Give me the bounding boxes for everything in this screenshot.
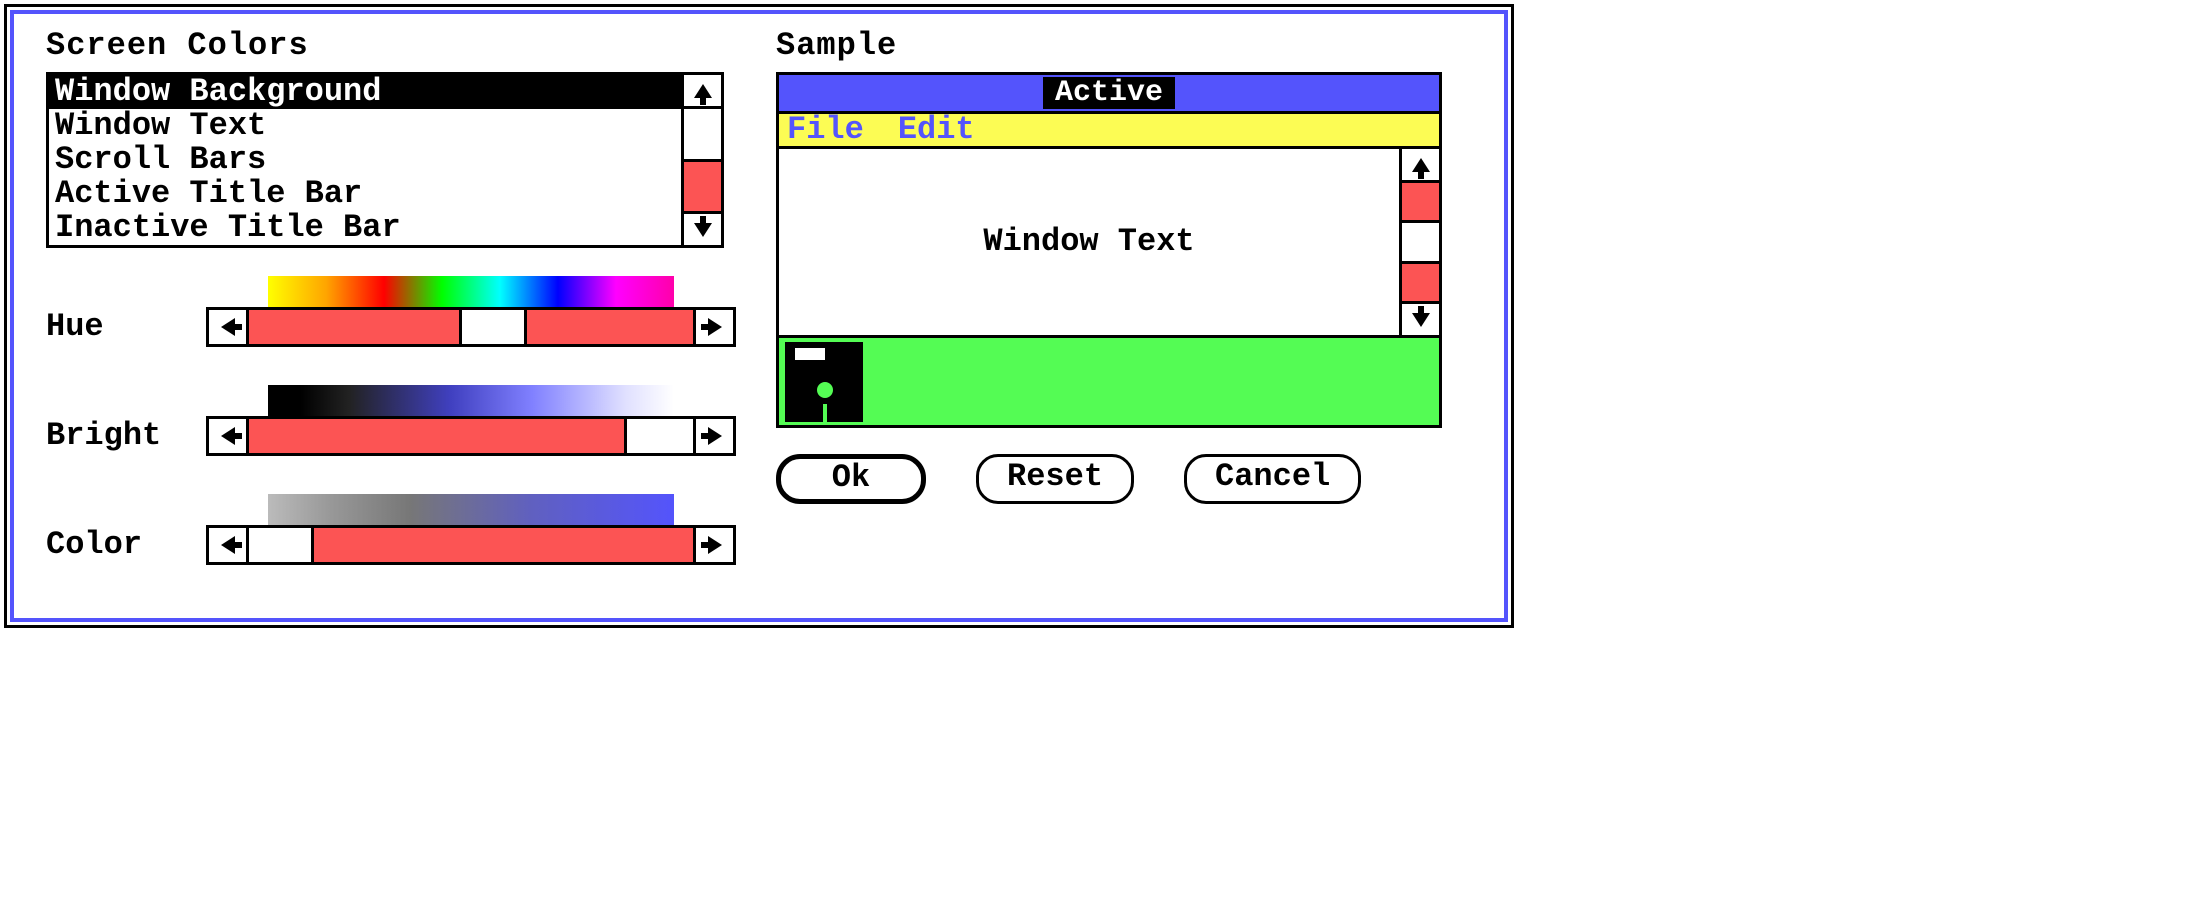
sample-menu-file[interactable]: File	[787, 114, 864, 146]
sample-title: Active	[1043, 77, 1175, 109]
arrow-up-icon	[694, 84, 712, 98]
sample-titlebar: Active	[779, 75, 1439, 111]
sample-window: Active File Edit Window Text	[776, 72, 1442, 428]
bright-slider-row: Bright	[46, 385, 736, 456]
floppy-disk-icon[interactable]	[785, 342, 863, 422]
sample-scroll-down[interactable]	[1402, 301, 1439, 335]
color-right-button[interactable]	[693, 528, 733, 562]
button-row: Ok Reset Cancel	[776, 454, 1456, 504]
hue-slider-row: Hue	[46, 276, 736, 347]
hue-left-button[interactable]	[209, 310, 249, 344]
color-slider[interactable]	[206, 494, 736, 565]
color-gradient	[268, 494, 674, 528]
arrow-down-icon	[1412, 313, 1430, 327]
hue-slider[interactable]	[206, 276, 736, 347]
left-column: Screen Colors Window Background Window T…	[46, 24, 736, 604]
color-thumb[interactable]	[249, 528, 314, 562]
arrow-up-icon	[1412, 158, 1430, 172]
arrow-left-icon	[221, 536, 235, 554]
dialog-outer-frame: Screen Colors Window Background Window T…	[4, 4, 1514, 628]
bright-slider[interactable]	[206, 385, 736, 456]
bright-left-button[interactable]	[209, 419, 249, 453]
arrow-right-icon	[708, 318, 722, 336]
hue-scrollbar[interactable]	[206, 307, 736, 347]
hue-track-segment	[249, 310, 462, 344]
bright-right-button[interactable]	[693, 419, 733, 453]
scroll-track-segment	[1402, 261, 1439, 301]
sample-scroll-up[interactable]	[1402, 149, 1439, 183]
color-track[interactable]	[249, 528, 693, 562]
sample-scroll-track[interactable]	[1402, 183, 1439, 301]
hue-label: Hue	[46, 311, 206, 347]
cancel-button[interactable]: Cancel	[1184, 454, 1361, 504]
bright-label: Bright	[46, 420, 206, 456]
scroll-up-button[interactable]	[684, 75, 721, 109]
hue-right-button[interactable]	[693, 310, 733, 344]
sample-window-text: Window Text	[779, 149, 1399, 335]
hue-gradient	[268, 276, 674, 310]
color-left-button[interactable]	[209, 528, 249, 562]
arrow-down-icon	[694, 223, 712, 237]
screen-colors-listbox[interactable]: Window Background Window Text Scroll Bar…	[46, 72, 684, 248]
list-item[interactable]: Active Title Bar	[49, 177, 681, 211]
arrow-right-icon	[708, 536, 722, 554]
sample-scrollbar[interactable]	[1399, 149, 1439, 335]
sample-client-area: Window Text	[779, 149, 1439, 335]
ok-button[interactable]: Ok	[776, 454, 926, 504]
bright-track[interactable]	[249, 419, 693, 453]
scroll-track[interactable]	[684, 109, 721, 211]
bright-scrollbar[interactable]	[206, 416, 736, 456]
scroll-down-button[interactable]	[684, 211, 721, 245]
color-track-segment	[314, 528, 693, 562]
color-scrollbar[interactable]	[206, 525, 736, 565]
hue-thumb[interactable]	[462, 310, 526, 344]
color-slider-row: Color	[46, 494, 736, 565]
sample-scroll-thumb[interactable]	[1402, 220, 1439, 260]
list-item[interactable]: Window Text	[49, 109, 681, 143]
listbox-scrollbar[interactable]	[684, 72, 724, 248]
scroll-track-segment	[1402, 183, 1439, 220]
reset-button[interactable]: Reset	[976, 454, 1134, 504]
hue-track-segment	[527, 310, 693, 344]
bright-thumb[interactable]	[627, 419, 693, 453]
sample-heading: Sample	[776, 30, 1456, 62]
bright-track-segment	[249, 419, 627, 453]
list-item[interactable]: Scroll Bars	[49, 143, 681, 177]
color-label: Color	[46, 529, 206, 565]
arrow-right-icon	[708, 427, 722, 445]
arrow-left-icon	[221, 318, 235, 336]
dialog-inner-frame: Screen Colors Window Background Window T…	[10, 10, 1508, 622]
scroll-thumb[interactable]	[684, 109, 721, 159]
scroll-track-segment	[684, 159, 721, 212]
slider-group: Hue	[46, 276, 736, 565]
list-item[interactable]: Inactive Title Bar	[49, 211, 681, 245]
sample-desktop	[779, 335, 1439, 425]
screen-colors-listbox-wrap: Window Background Window Text Scroll Bar…	[46, 72, 736, 248]
sample-menubar: File Edit	[779, 111, 1439, 149]
right-column: Sample Active File Edit Window Text	[776, 24, 1456, 604]
bright-gradient	[268, 385, 674, 419]
hue-track[interactable]	[249, 310, 693, 344]
sample-menu-edit[interactable]: Edit	[898, 114, 975, 146]
screen-colors-heading: Screen Colors	[46, 30, 736, 62]
list-item[interactable]: Window Background	[49, 75, 681, 109]
arrow-left-icon	[221, 427, 235, 445]
